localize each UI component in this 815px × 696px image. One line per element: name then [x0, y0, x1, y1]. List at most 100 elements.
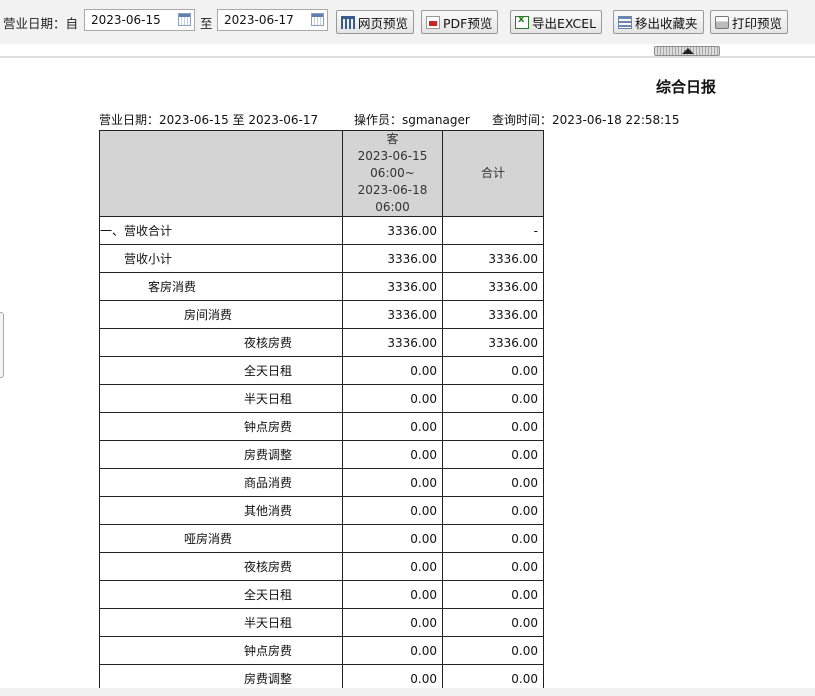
- header-period-line: 客: [386, 132, 399, 146]
- report-title: 综合日报: [656, 78, 717, 96]
- export-excel-label: 导出EXCEL: [532, 15, 597, 31]
- row-total: 3336.00: [442, 300, 544, 329]
- pdf-preview-button[interactable]: PDF预览: [421, 10, 499, 34]
- table-header-row: 客 2023-06-15 06:00~ 2023-06-18 06:00 合计: [99, 130, 544, 217]
- side-panel-handle[interactable]: [0, 312, 4, 378]
- row-value: 0.00: [342, 412, 443, 441]
- divider: [0, 56, 815, 58]
- row-value: 3336.00: [342, 300, 443, 329]
- row-total: 0.00: [442, 440, 544, 469]
- table-row: 钟点房费 0.00 0.00: [99, 412, 544, 441]
- to-label: 至: [200, 16, 213, 31]
- web-preview-button[interactable]: 网页预览: [336, 10, 415, 34]
- row-total: 3336.00: [442, 328, 544, 357]
- row-value: 0.00: [342, 552, 443, 581]
- calendar-icon[interactable]: [178, 13, 191, 26]
- row-label: 钟点房费: [99, 412, 343, 441]
- export-excel-button[interactable]: 导出EXCEL: [510, 10, 603, 34]
- table-row: 半天日租 0.00 0.00: [99, 608, 544, 637]
- row-label: 夜核房费: [99, 328, 343, 357]
- row-total: 0.00: [442, 580, 544, 609]
- row-total: 0.00: [442, 384, 544, 413]
- row-value: 0.00: [342, 580, 443, 609]
- row-label: 房费调整: [99, 440, 343, 469]
- table-row: 夜核房费 3336.00 3336.00: [99, 328, 544, 357]
- table-row: 一、营收合计 3336.00-: [99, 216, 544, 245]
- row-value: 3336.00: [342, 328, 443, 357]
- end-date-input[interactable]: [218, 10, 308, 30]
- report-operator: 操作员：sgmanager: [354, 113, 470, 127]
- remove-favorite-label: 移出收藏夹: [635, 15, 698, 31]
- calendar-icon[interactable]: [311, 13, 324, 26]
- row-label: 商品消费: [99, 468, 343, 497]
- date-range-label: 营业日期：自: [3, 16, 79, 31]
- row-label: 夜核房费: [99, 552, 343, 581]
- row-value: 3336.00: [342, 272, 443, 301]
- row-label: 哑房消费: [99, 524, 343, 553]
- row-label: 房间消费: [99, 300, 343, 329]
- row-total: 0.00: [442, 356, 544, 385]
- row-value: 3336.00: [342, 244, 443, 273]
- row-total: 0.00: [442, 608, 544, 637]
- header-label-column: [99, 130, 343, 217]
- row-total: 3336.00: [442, 272, 544, 301]
- row-label: 其他消费: [99, 496, 343, 525]
- page-bottom-edge: [0, 688, 815, 696]
- row-total: 3336.00: [442, 244, 544, 273]
- table-row: 客房消费 3336.00 3336.00: [99, 272, 544, 301]
- toolbar: 营业日期：自 至 网页预览 PDF预览 导出EXCEL 移出收藏夹 打印预览: [0, 0, 815, 44]
- row-label: 全天日租: [99, 580, 343, 609]
- table-row: 营收小计 3336.00 3336.00: [99, 244, 544, 273]
- row-total: 0.00: [442, 468, 544, 497]
- excel-icon: [515, 14, 529, 29]
- header-period-line: 2023-06-18: [357, 183, 428, 197]
- table-row: 全天日租 0.00 0.00: [99, 580, 544, 609]
- table-row: 哑房消费 0.00 0.00: [99, 524, 544, 553]
- header-period-line: 06:00~: [370, 166, 415, 180]
- row-label: 客房消费: [99, 272, 343, 301]
- report-query-time: 查询时间：2023-06-18 22:58:15: [492, 113, 680, 127]
- remove-favorite-button[interactable]: 移出收藏夹: [613, 10, 704, 34]
- print-preview-button[interactable]: 打印预览: [710, 10, 789, 34]
- header-period-line: 2023-06-15: [357, 149, 428, 163]
- row-total: 0.00: [442, 496, 544, 525]
- table-row: 房间消费 3336.00 3336.00: [99, 300, 544, 329]
- end-date-field[interactable]: [217, 9, 328, 31]
- table-row: 全天日租 0.00 0.00: [99, 356, 544, 385]
- printer-icon: [715, 15, 729, 29]
- start-date-field[interactable]: [84, 9, 195, 31]
- chevron-up-icon: [682, 48, 694, 54]
- row-label: 半天日租: [99, 608, 343, 637]
- row-value: 0.00: [342, 496, 443, 525]
- row-value: 0.00: [342, 356, 443, 385]
- row-value: 0.00: [342, 384, 443, 413]
- row-label: 钟点房费: [99, 636, 343, 665]
- web-preview-label: 网页预览: [358, 15, 409, 31]
- row-value: 0.00: [342, 440, 443, 469]
- row-value: 3336.00: [342, 216, 443, 245]
- favorites-icon: [618, 15, 632, 29]
- row-label: 一、营收合计: [99, 216, 343, 245]
- table-row: 半天日租 0.00 0.00: [99, 384, 544, 413]
- table-row: 商品消费 0.00 0.00: [99, 468, 544, 497]
- row-total: 0.00: [442, 524, 544, 553]
- row-total: 0.00: [442, 552, 544, 581]
- report-table: 客 2023-06-15 06:00~ 2023-06-18 06:00 合计 …: [99, 130, 544, 693]
- row-total: -: [442, 216, 544, 245]
- start-date-input[interactable]: [85, 10, 175, 30]
- row-total: 0.00: [442, 412, 544, 441]
- row-value: 0.00: [342, 636, 443, 665]
- header-period-line: 06:00: [375, 200, 410, 214]
- row-label: 全天日租: [99, 356, 343, 385]
- collapse-toolbar-handle[interactable]: [654, 46, 720, 56]
- report-date-range: 营业日期：2023-06-15 至 2023-06-17: [99, 113, 319, 127]
- row-total: 0.00: [442, 636, 544, 665]
- row-label: 半天日租: [99, 384, 343, 413]
- header-period-column: 客 2023-06-15 06:00~ 2023-06-18 06:00: [342, 130, 443, 217]
- pdf-preview-label: PDF预览: [443, 15, 493, 31]
- header-total-column: 合计: [442, 130, 544, 217]
- table-row: 其他消费 0.00 0.00: [99, 496, 544, 525]
- table-row: 钟点房费 0.00 0.00: [99, 636, 544, 665]
- print-preview-label: 打印预览: [732, 15, 783, 31]
- row-label: 营收小计: [99, 244, 343, 273]
